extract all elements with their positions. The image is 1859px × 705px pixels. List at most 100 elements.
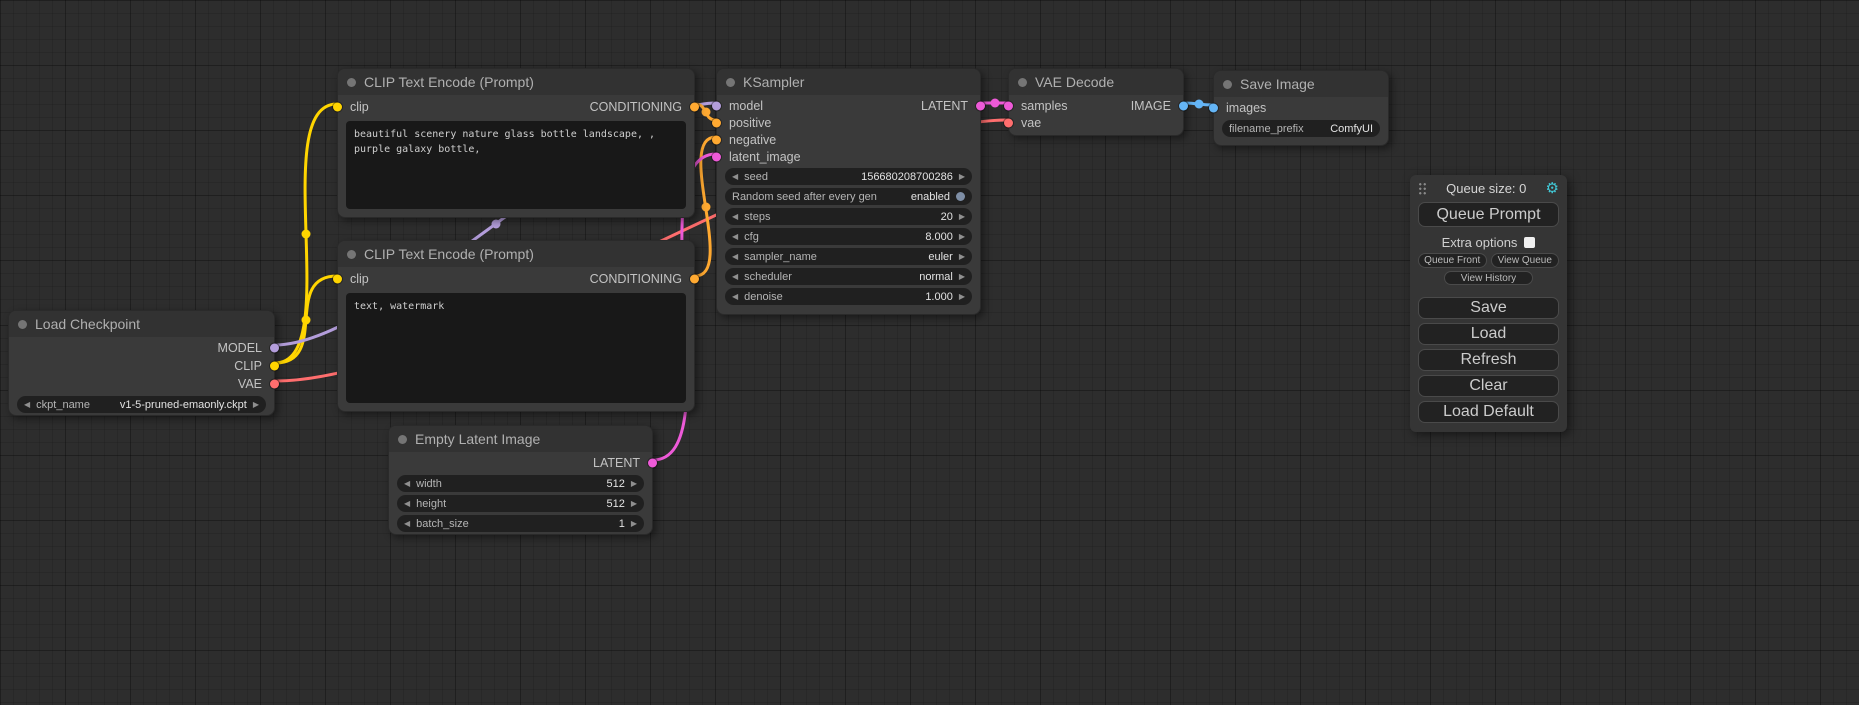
ckpt-name-widget[interactable]: ◀ ckpt_name v1-5-pruned-emaonly.ckpt ▶ (17, 396, 266, 413)
latent-image-input-dot[interactable] (712, 152, 721, 161)
prev-arrow-icon[interactable]: ◀ (732, 272, 738, 281)
conditioning-output-dot[interactable] (690, 275, 699, 284)
node-title-bar[interactable]: VAE Decode (1009, 69, 1183, 95)
node-clip-text-encode-positive[interactable]: CLIP Text Encode (Prompt) clip CONDITION… (337, 68, 695, 218)
collapse-dot-icon[interactable] (1018, 78, 1027, 87)
images-input-dot[interactable] (1209, 104, 1218, 113)
sampler-name-widget[interactable]: ◀ sampler_name euler ▶ (725, 248, 972, 265)
prev-arrow-icon[interactable]: ◀ (404, 479, 410, 488)
widget-label: seed (744, 171, 768, 183)
prev-arrow-icon[interactable]: ◀ (732, 212, 738, 221)
clip-output-dot[interactable] (270, 362, 279, 371)
queue-front-button[interactable]: Queue Front (1418, 253, 1487, 268)
model-output-dot[interactable] (270, 344, 279, 353)
collapse-dot-icon[interactable] (1223, 80, 1232, 89)
node-vae-decode[interactable]: VAE Decode samples IMAGE vae (1008, 68, 1184, 136)
model-input-dot[interactable] (712, 101, 721, 110)
input-slot-latent-image: latent_image (717, 148, 980, 165)
prompt-textarea[interactable]: text, watermark (346, 293, 686, 403)
next-arrow-icon[interactable]: ▶ (631, 479, 637, 488)
next-arrow-icon[interactable]: ▶ (631, 519, 637, 528)
widget-value: 8.000 (925, 231, 953, 243)
node-graph-canvas[interactable]: Load Checkpoint MODEL CLIP VAE ◀ ckpt_na… (0, 0, 1859, 705)
load-button[interactable]: Load (1418, 323, 1559, 345)
denoise-widget[interactable]: ◀ denoise 1.000 ▶ (725, 288, 972, 305)
latent-output-dot[interactable] (976, 101, 985, 110)
node-save-image[interactable]: Save Image images filename_prefix ComfyU… (1213, 70, 1389, 146)
next-arrow-icon[interactable]: ▶ (959, 272, 965, 281)
settings-gear-icon[interactable]: ⚙ (1546, 181, 1559, 196)
latent-output-dot[interactable] (648, 459, 657, 468)
prev-arrow-icon[interactable]: ◀ (732, 252, 738, 261)
prompt-textarea[interactable]: beautiful scenery nature glass bottle la… (346, 121, 686, 209)
next-arrow-icon[interactable]: ▶ (959, 212, 965, 221)
positive-input-dot[interactable] (712, 118, 721, 127)
node-title-bar[interactable]: CLIP Text Encode (Prompt) (338, 69, 694, 95)
width-widget[interactable]: ◀ width 512 ▶ (397, 475, 644, 492)
next-arrow-icon[interactable]: ▶ (959, 232, 965, 241)
steps-widget[interactable]: ◀ steps 20 ▶ (725, 208, 972, 225)
collapse-dot-icon[interactable] (726, 78, 735, 87)
random-seed-widget[interactable]: Random seed after every gen enabled (725, 188, 972, 205)
next-arrow-icon[interactable]: ▶ (959, 252, 965, 261)
next-arrow-icon[interactable]: ▶ (631, 499, 637, 508)
scheduler-widget[interactable]: ◀ scheduler normal ▶ (725, 268, 972, 285)
node-title-bar[interactable]: Load Checkpoint (9, 311, 274, 337)
input-slot-positive: positive (717, 114, 980, 131)
node-title-bar[interactable]: Empty Latent Image (389, 426, 652, 452)
link-midpoint-dot (991, 99, 1000, 108)
collapse-dot-icon[interactable] (398, 435, 407, 444)
queue-prompt-button[interactable]: Queue Prompt (1418, 202, 1559, 227)
slot-label: vae (1021, 116, 1041, 130)
prev-arrow-icon[interactable]: ◀ (732, 232, 738, 241)
output-slot-latent: LATENT (389, 454, 652, 472)
image-output-dot[interactable] (1179, 101, 1188, 110)
load-default-button[interactable]: Load Default (1418, 401, 1559, 423)
widget-label: filename_prefix (1229, 123, 1304, 135)
widget-value: ComfyUI (1330, 123, 1373, 135)
prev-arrow-icon[interactable]: ◀ (404, 519, 410, 528)
prev-arrow-icon[interactable]: ◀ (732, 292, 738, 301)
link-midpoint-dot (302, 230, 311, 239)
collapse-dot-icon[interactable] (18, 320, 27, 329)
next-arrow-icon[interactable]: ▶ (959, 292, 965, 301)
samples-input-dot[interactable] (1004, 101, 1013, 110)
view-queue-button[interactable]: View Queue (1491, 253, 1560, 268)
prev-arrow-icon[interactable]: ◀ (24, 400, 30, 409)
node-ksampler[interactable]: KSampler model LATENT positive negative … (716, 68, 981, 315)
node-title-bar[interactable]: KSampler (717, 69, 980, 95)
seed-widget[interactable]: ◀ seed 156680208700286 ▶ (725, 168, 972, 185)
input-slot-vae: vae (1009, 114, 1183, 131)
toggle-dot-icon[interactable] (956, 192, 965, 201)
node-title-bar[interactable]: CLIP Text Encode (Prompt) (338, 241, 694, 267)
extra-options-checkbox[interactable] (1524, 237, 1535, 248)
vae-input-dot[interactable] (1004, 118, 1013, 127)
prev-arrow-icon[interactable]: ◀ (732, 172, 738, 181)
node-empty-latent-image[interactable]: Empty Latent Image LATENT ◀ width 512 ▶ … (388, 425, 653, 535)
node-clip-text-encode-negative[interactable]: CLIP Text Encode (Prompt) clip CONDITION… (337, 240, 695, 412)
conditioning-output-dot[interactable] (690, 103, 699, 112)
refresh-button[interactable]: Refresh (1418, 349, 1559, 371)
negative-input-dot[interactable] (712, 135, 721, 144)
clip-input-dot[interactable] (333, 275, 342, 284)
node-title: CLIP Text Encode (Prompt) (364, 74, 534, 90)
node-title-bar[interactable]: Save Image (1214, 71, 1388, 97)
next-arrow-icon[interactable]: ▶ (959, 172, 965, 181)
clip-input-dot[interactable] (333, 103, 342, 112)
save-button[interactable]: Save (1418, 297, 1559, 319)
clear-button[interactable]: Clear (1418, 375, 1559, 397)
filename-prefix-widget[interactable]: filename_prefix ComfyUI (1222, 120, 1380, 137)
widget-value: 512 (606, 498, 624, 510)
drag-handle-icon[interactable] (1418, 182, 1427, 195)
vae-output-dot[interactable] (270, 380, 279, 389)
node-load-checkpoint[interactable]: Load Checkpoint MODEL CLIP VAE ◀ ckpt_na… (8, 310, 275, 416)
view-history-button[interactable]: View History (1444, 271, 1533, 285)
prev-arrow-icon[interactable]: ◀ (404, 499, 410, 508)
next-arrow-icon[interactable]: ▶ (253, 400, 259, 409)
collapse-dot-icon[interactable] (347, 78, 356, 87)
height-widget[interactable]: ◀ height 512 ▶ (397, 495, 644, 512)
batch-size-widget[interactable]: ◀ batch_size 1 ▶ (397, 515, 644, 532)
cfg-widget[interactable]: ◀ cfg 8.000 ▶ (725, 228, 972, 245)
slot-label: clip (350, 100, 369, 114)
collapse-dot-icon[interactable] (347, 250, 356, 259)
